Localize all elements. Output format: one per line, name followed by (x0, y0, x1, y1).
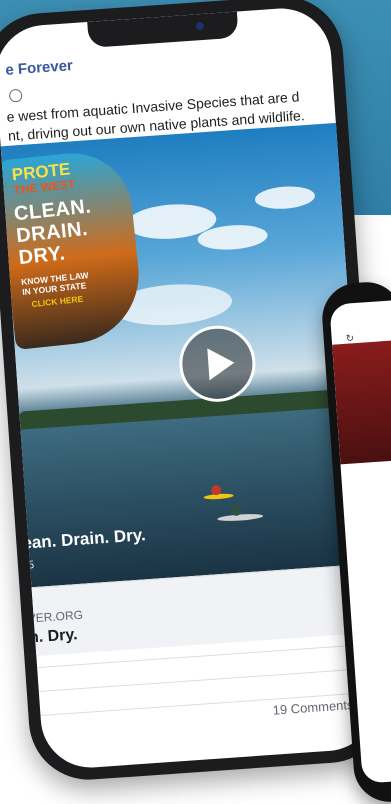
second-phone-hero-image (332, 339, 391, 465)
kayaker (210, 484, 222, 496)
divider (38, 667, 379, 693)
phone-screen: e Forever e west from aquatic Invasive S… (0, 5, 380, 771)
video-player[interactable]: PROTE THE WEST CLEAN. DRAIN. DRY. KNOW T… (0, 122, 371, 588)
badge-slogan: CLEAN. DRAIN. DRY. (13, 195, 97, 269)
cloud (254, 184, 316, 211)
kayaker (230, 504, 243, 517)
camera-icon (195, 21, 205, 31)
page-name-link[interactable]: e Forever (5, 57, 74, 79)
globe-icon (8, 88, 23, 103)
link-title[interactable]: n. Dry. (28, 626, 78, 647)
badge-click-here[interactable]: CLICK HERE (31, 294, 84, 309)
comments-count[interactable]: 19 Comments (272, 697, 354, 718)
play-icon[interactable] (176, 323, 258, 405)
video-subtitle: 5 (27, 559, 35, 572)
phone-notch (87, 11, 239, 48)
lake-water (20, 405, 371, 588)
